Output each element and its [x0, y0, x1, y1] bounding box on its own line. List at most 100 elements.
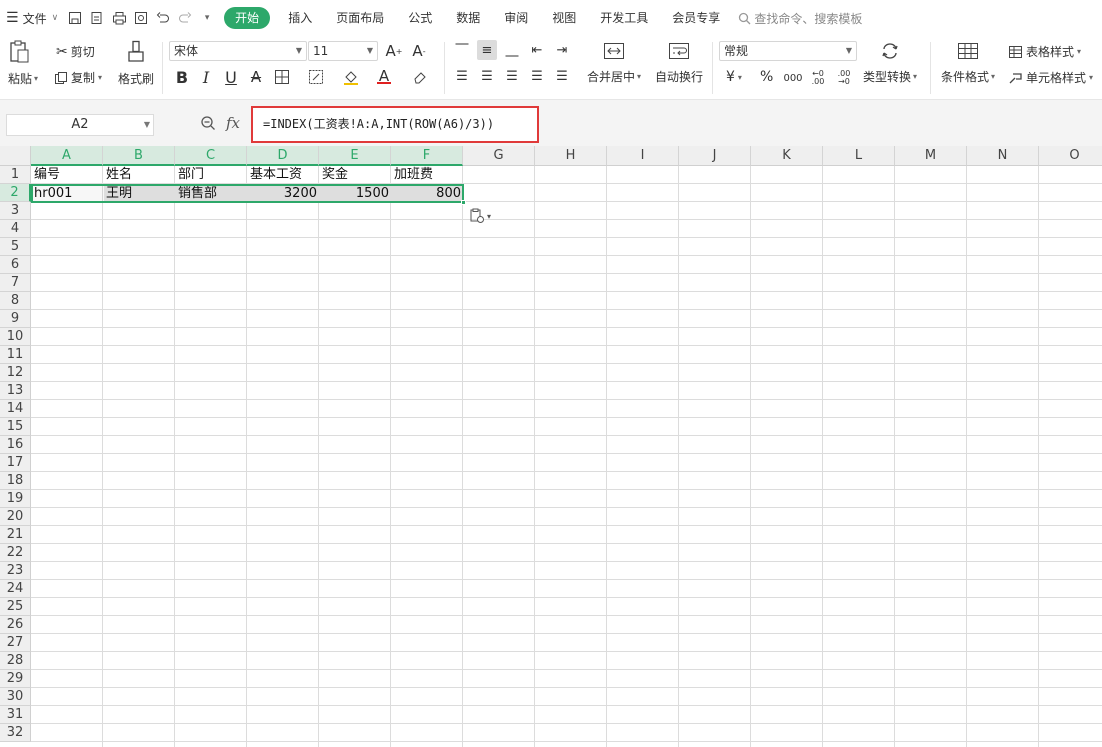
row-header-1[interactable]: 1 [0, 166, 31, 184]
font-size-select[interactable]: 11 ▼ [308, 41, 378, 61]
zoom-formula-icon[interactable] [200, 115, 216, 134]
font-color-icon[interactable]: A [374, 67, 394, 87]
cell-b1[interactable]: 姓名 [104, 166, 175, 184]
row-header-26[interactable]: 26 [0, 616, 31, 634]
tab-review[interactable]: 审阅 [492, 0, 540, 36]
tab-view[interactable]: 视图 [540, 0, 588, 36]
cell-f1[interactable]: 加班费 [392, 166, 463, 184]
increase-decimal-icon[interactable]: ←0.00 [808, 68, 828, 88]
column-header-k[interactable]: K [751, 146, 823, 166]
row-header-13[interactable]: 13 [0, 382, 31, 400]
column-header-n[interactable]: N [967, 146, 1039, 166]
merge-center-button[interactable]: 合并居中 ▾ [587, 42, 641, 85]
align-right-icon[interactable]: ☰ [502, 66, 522, 86]
distributed-align-icon[interactable]: ☰ [552, 66, 572, 86]
justify-icon[interactable]: ☰ [527, 66, 547, 86]
align-center-icon[interactable]: ☰ [477, 66, 497, 86]
row-header-29[interactable]: 29 [0, 670, 31, 688]
print-icon[interactable] [108, 0, 130, 36]
align-left-icon[interactable]: ☰ [452, 66, 472, 86]
column-header-c[interactable]: C [175, 146, 247, 166]
column-header-g[interactable]: G [463, 146, 535, 166]
row-header-11[interactable]: 11 [0, 346, 31, 364]
paste-button[interactable]: 粘贴 ▾ [8, 40, 38, 87]
row-header-16[interactable]: 16 [0, 436, 31, 454]
column-header-a[interactable]: A [31, 146, 103, 166]
align-middle-icon[interactable]: ≡ [477, 40, 497, 60]
cell-e1[interactable]: 奖金 [320, 166, 391, 184]
format-painter-button[interactable]: 格式刷 [118, 40, 154, 87]
tab-page-layout[interactable]: 页面布局 [324, 0, 396, 36]
column-header-e[interactable]: E [319, 146, 391, 166]
row-header-7[interactable]: 7 [0, 274, 31, 292]
row-header-17[interactable]: 17 [0, 454, 31, 472]
increase-indent-icon[interactable]: ⇥ [552, 40, 572, 60]
print-preview-icon[interactable] [130, 0, 152, 36]
percent-button[interactable]: % [760, 69, 773, 85]
underline-button[interactable]: U [221, 67, 241, 87]
decrease-indent-icon[interactable]: ⇤ [527, 40, 547, 60]
column-header-h[interactable]: H [535, 146, 607, 166]
row-header-28[interactable]: 28 [0, 652, 31, 670]
italic-button[interactable]: I [196, 67, 216, 87]
row-header-6[interactable]: 6 [0, 256, 31, 274]
row-header-31[interactable]: 31 [0, 706, 31, 724]
row-header-3[interactable]: 3 [0, 202, 31, 220]
row-header-25[interactable]: 25 [0, 598, 31, 616]
row-header-10[interactable]: 10 [0, 328, 31, 346]
decrease-font-icon[interactable]: A- [409, 41, 429, 61]
column-header-m[interactable]: M [895, 146, 967, 166]
increase-font-icon[interactable]: A + [384, 41, 404, 61]
cell-c1[interactable]: 部门 [176, 166, 247, 184]
column-header-j[interactable]: J [679, 146, 751, 166]
row-header-30[interactable]: 30 [0, 688, 31, 706]
file-menu[interactable]: ☰ 文件 ∨ [0, 0, 64, 36]
row-header-4[interactable]: 4 [0, 220, 31, 238]
table-style-button[interactable]: 表格样式 ▾ [1008, 43, 1081, 60]
cell-d1[interactable]: 基本工资 [248, 166, 319, 184]
formula-input[interactable]: =INDEX(工资表!A:A,INT(ROW(A6)/3)) [251, 106, 539, 143]
decrease-decimal-icon[interactable]: .00 →0 [834, 68, 854, 88]
row-header-18[interactable]: 18 [0, 472, 31, 490]
bold-button[interactable]: B [172, 67, 192, 87]
conditional-format-button[interactable]: 条件格式 ▾ [941, 42, 995, 85]
fill-color-icon[interactable] [341, 67, 361, 87]
row-header-22[interactable]: 22 [0, 544, 31, 562]
insert-function-icon[interactable]: fx [226, 114, 240, 132]
strikethrough-icon[interactable]: A [246, 67, 266, 87]
row-header-32[interactable]: 32 [0, 724, 31, 742]
row-header-19[interactable]: 19 [0, 490, 31, 508]
row-header-8[interactable]: 8 [0, 292, 31, 310]
tab-developer[interactable]: 开发工具 [588, 0, 660, 36]
row-header-20[interactable]: 20 [0, 508, 31, 526]
name-box[interactable]: A2 ▼ [6, 114, 154, 136]
tab-formulas[interactable]: 公式 [396, 0, 444, 36]
currency-button[interactable]: ¥ ▾ [726, 69, 742, 85]
tab-home[interactable]: 开始 [224, 7, 271, 29]
column-header-d[interactable]: D [247, 146, 319, 166]
font-name-select[interactable]: 宋体 ▼ [169, 41, 307, 61]
fill-pattern-icon[interactable] [306, 67, 326, 87]
tab-insert[interactable]: 插入 [276, 0, 324, 36]
row-header-2[interactable]: 2 [0, 184, 31, 202]
spreadsheet-grid[interactable]: ABCDEFGHIJKLMNO 1 2 3 4 5 6 7 8 9 10 11 12 13 14 15 16 1… [0, 146, 1102, 747]
tab-data[interactable]: 数据 [444, 0, 492, 36]
fill-handle[interactable] [461, 200, 466, 205]
export-pdf-icon[interactable] [86, 0, 108, 36]
clear-format-icon[interactable] [410, 67, 430, 87]
column-header-b[interactable]: B [103, 146, 175, 166]
row-header-14[interactable]: 14 [0, 400, 31, 418]
save-icon[interactable] [64, 0, 86, 36]
align-bottom-icon[interactable]: ⎽ [502, 40, 522, 60]
wrap-text-button[interactable]: 自动换行 [655, 42, 703, 85]
type-convert-button[interactable]: 类型转换 ▾ [863, 42, 917, 85]
row-header-23[interactable]: 23 [0, 562, 31, 580]
row-header-24[interactable]: 24 [0, 580, 31, 598]
row-header-27[interactable]: 27 [0, 634, 31, 652]
cell-a1[interactable]: 编号 [32, 166, 103, 184]
row-header-12[interactable]: 12 [0, 364, 31, 382]
column-header-o[interactable]: O [1039, 146, 1102, 166]
customize-toolbar-icon[interactable]: ▾ [196, 0, 218, 36]
number-format-select[interactable]: 常规 ▼ [719, 41, 857, 61]
borders-icon[interactable] [272, 67, 292, 87]
